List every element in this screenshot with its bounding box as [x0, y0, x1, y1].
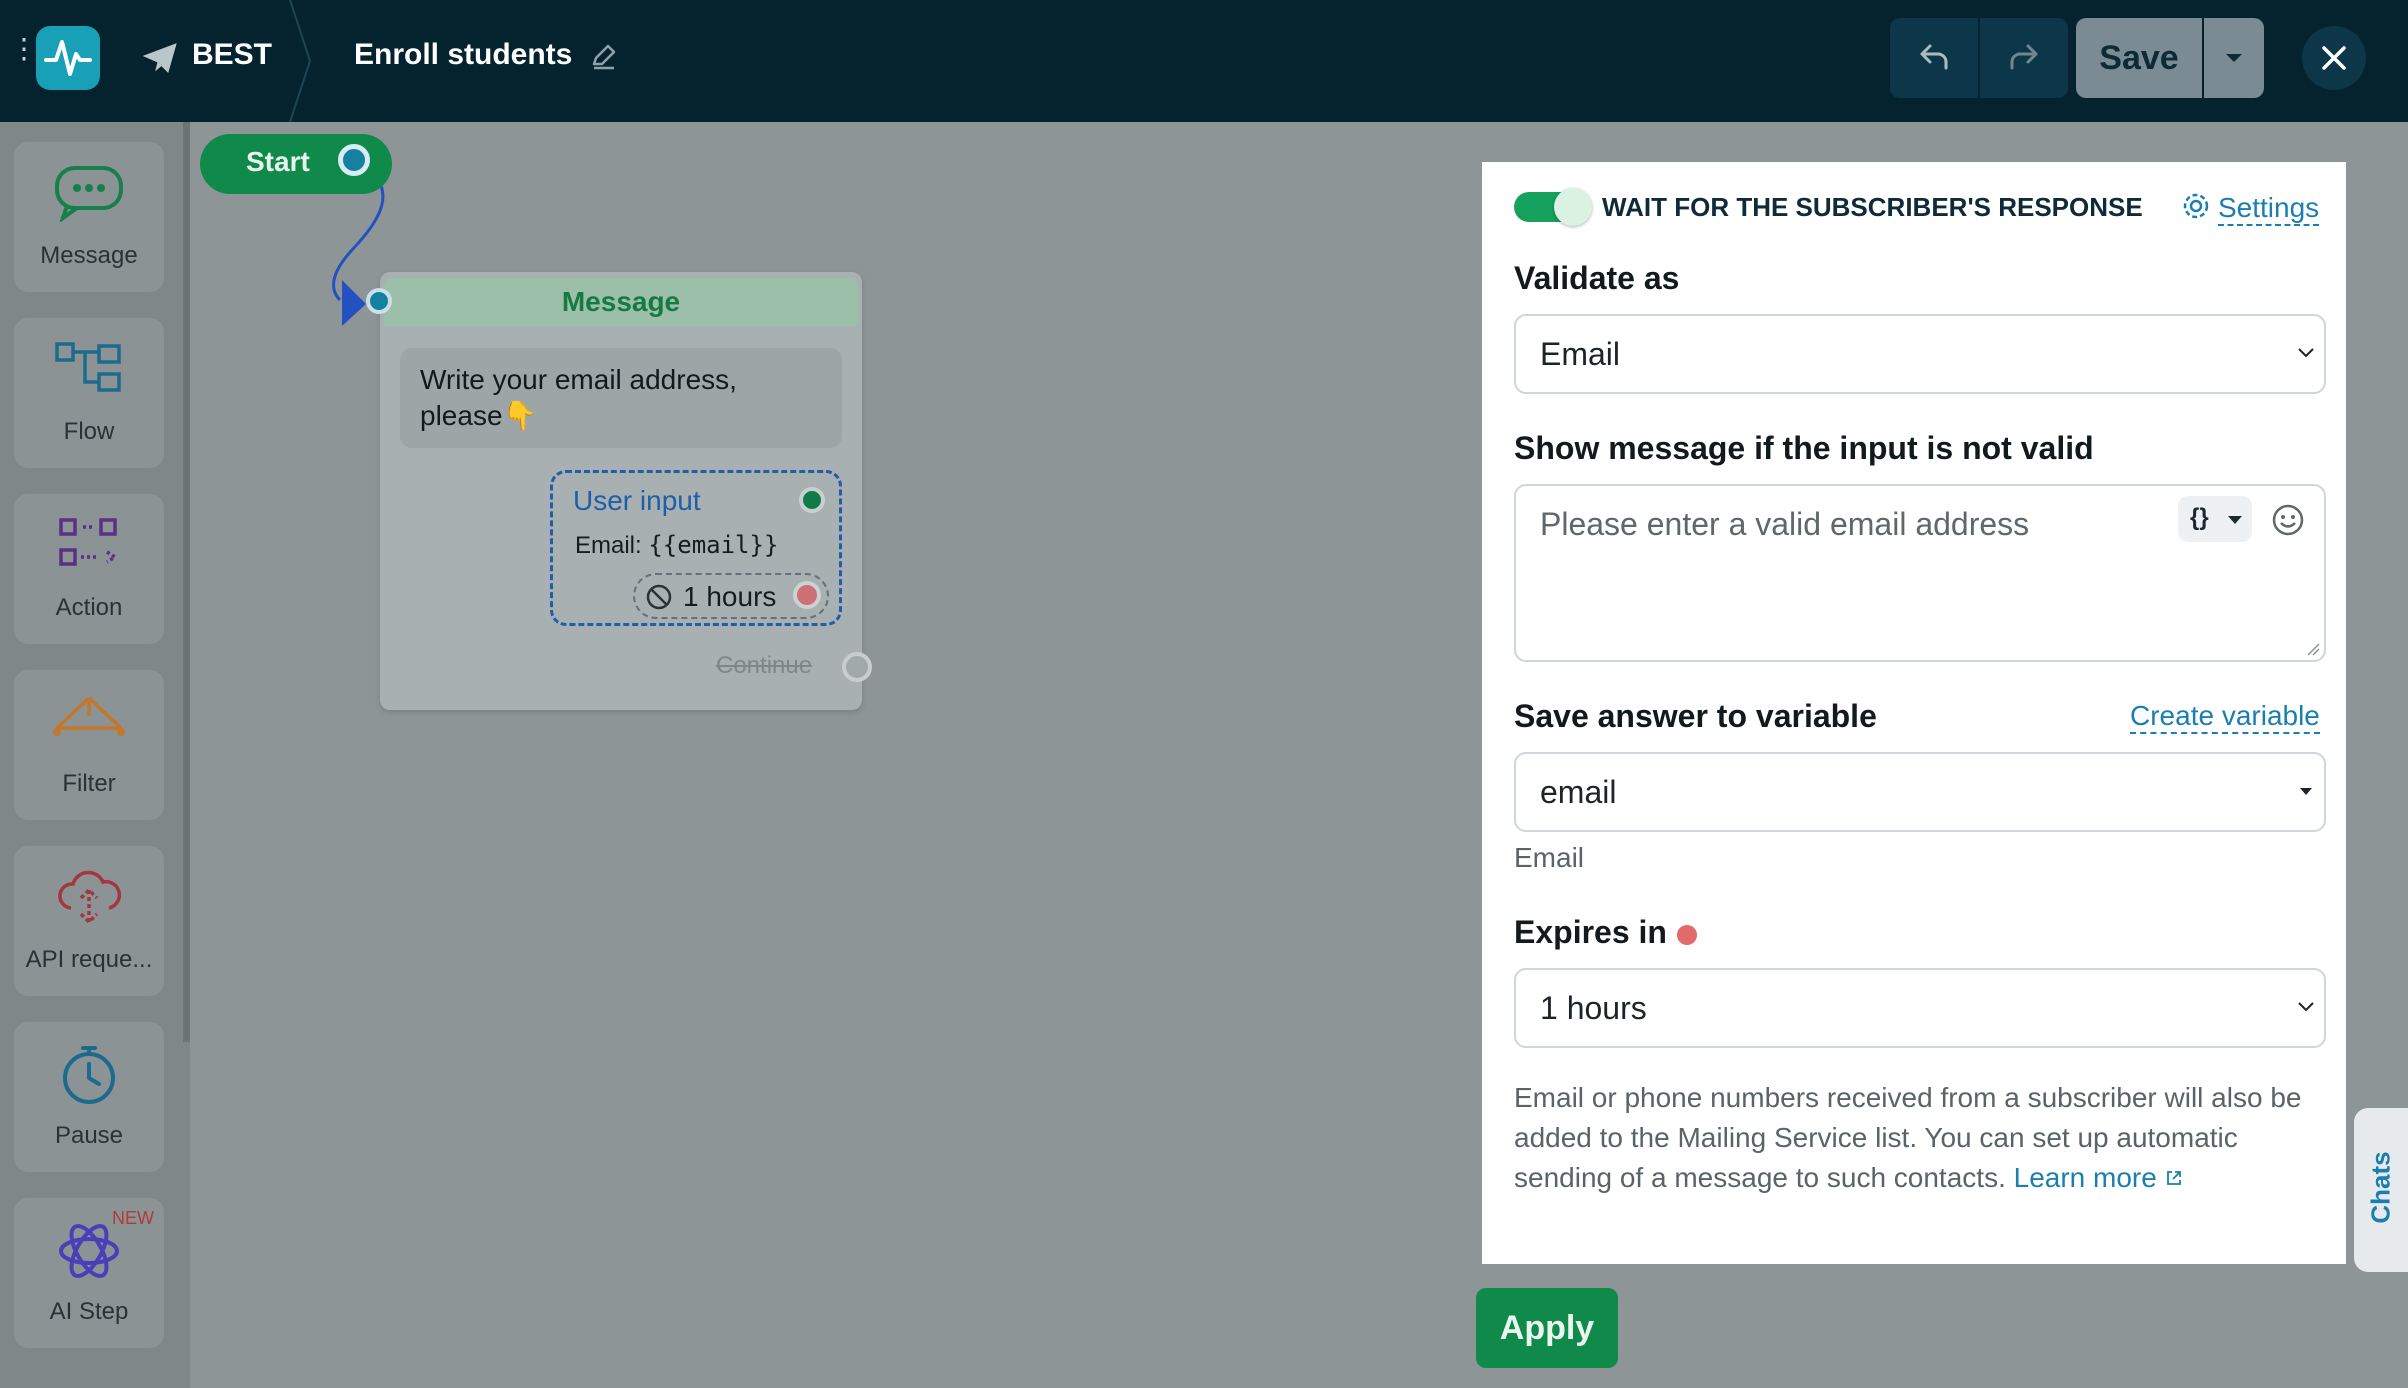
tool-label: Flow: [63, 418, 115, 445]
more-dots-icon[interactable]: ⋮: [10, 35, 38, 63]
settings-label: Settings: [2218, 192, 2320, 226]
start-output-port[interactable]: [338, 144, 370, 176]
mailing-note: Email or phone numbers received from a s…: [1514, 1078, 2326, 1198]
mailing-note-text: Email or phone numbers received from a s…: [1514, 1082, 2302, 1193]
tool-ai-step[interactable]: NEW AI Step: [14, 1198, 164, 1348]
tool-label: Pause: [54, 1122, 124, 1149]
email-prefix: Email:: [575, 532, 642, 559]
toggle-knob: [1554, 188, 1592, 226]
chats-tab[interactable]: Chats: [2354, 1108, 2408, 1272]
breadcrumb-separator: [288, 0, 312, 127]
save-to-variable-label: Save answer to variable: [1514, 698, 1877, 734]
tool-flow[interactable]: Flow: [14, 318, 164, 468]
flow-icon: [55, 342, 121, 392]
invalid-message-label: Show message if the input is not valid: [1514, 430, 2094, 466]
flow-title: Enroll students: [354, 38, 573, 71]
invalid-message-textarea[interactable]: Please enter a valid email address {}: [1514, 484, 2326, 662]
message-text: Write your email address, please👇: [420, 364, 737, 431]
close-icon: [2322, 46, 2346, 70]
timeout-label: 1 hours: [683, 581, 777, 612]
tool-label: Message: [40, 242, 138, 269]
undo-icon: [1920, 44, 1948, 70]
tool-pause[interactable]: Pause: [14, 1022, 164, 1172]
tool-label: AI Step: [49, 1298, 129, 1325]
save-button[interactable]: Save: [2076, 18, 2202, 98]
settings-link[interactable]: Settings: [2182, 192, 2320, 227]
wait-response-label: WAIT FOR THE SUBSCRIBER'S RESPONSE: [1602, 192, 2143, 222]
continue-output-port[interactable]: [842, 652, 872, 682]
pencil-edit-icon[interactable]: [590, 42, 618, 75]
wait-response-toggle[interactable]: [1514, 188, 1592, 226]
continue-label: Continue: [716, 652, 813, 679]
message-node[interactable]: Message Write your email address, please…: [366, 272, 872, 710]
bot-name-breadcrumb[interactable]: BEST: [192, 38, 272, 72]
emoji-icon[interactable]: [2270, 502, 2306, 538]
start-node[interactable]: Start: [200, 134, 392, 194]
email-variable: {{email}}: [648, 531, 779, 559]
tool-label: Action: [55, 594, 123, 621]
user-input-block[interactable]: User input Email: {{email}} 1 hours: [550, 470, 842, 626]
atom-icon: [59, 1224, 119, 1278]
gear-icon: [2183, 193, 2209, 219]
external-link-icon: [2166, 1171, 2181, 1185]
variable-select[interactable]: email: [1514, 752, 2326, 832]
ban-icon: [646, 584, 672, 610]
redo-button[interactable]: [1980, 18, 2068, 98]
undo-button[interactable]: [1890, 18, 1978, 98]
user-input-variable: Email: {{email}}: [575, 531, 778, 560]
stopwatch-icon: [63, 1046, 115, 1104]
app-logo[interactable]: [36, 26, 100, 90]
caret-down-icon: [2228, 516, 2242, 524]
expires-in-select[interactable]: 1 hours: [1514, 968, 2326, 1048]
validate-as-label: Validate as: [1514, 260, 1680, 296]
learn-more-label: Learn more: [2013, 1162, 2157, 1193]
start-label: Start: [246, 146, 310, 177]
caret-down-icon: [2300, 788, 2312, 795]
required-dot: [1676, 924, 1697, 945]
save-dropdown-button[interactable]: [2204, 18, 2264, 98]
tool-label: API reque...: [25, 946, 153, 973]
tool-filter[interactable]: Filter: [14, 670, 164, 820]
resize-handle-icon[interactable]: [2304, 640, 2320, 656]
message-node-header: Message: [384, 278, 858, 326]
validate-as-select[interactable]: Email: [1514, 314, 2326, 394]
timeout-pill[interactable]: 1 hours: [633, 573, 829, 619]
redo-icon: [2010, 44, 2038, 70]
message-bubble-icon: [55, 166, 123, 224]
expires-in-label: Expires in: [1514, 914, 1697, 951]
toolbox-scrollbar[interactable]: [183, 122, 190, 1042]
message-bubble: Write your email address, please👇: [400, 348, 842, 448]
chats-tab-label: Chats: [2365, 1151, 2396, 1224]
expires-in-text: Expires in: [1514, 914, 1667, 950]
tool-api-request[interactable]: API reque...: [14, 846, 164, 996]
cloud-api-icon: [58, 870, 122, 925]
chevron-down-icon: [2298, 348, 2314, 358]
telegram-icon: [142, 40, 178, 81]
action-icon: [59, 518, 119, 566]
close-button[interactable]: [2302, 26, 2366, 90]
variable-type-hint: Email: [1514, 842, 1585, 873]
apply-button[interactable]: Apply: [1476, 1288, 1618, 1368]
variable-value: email: [1540, 774, 1617, 810]
user-input-settings-panel: WAIT FOR THE SUBSCRIBER'S RESPONSE Setti…: [1482, 162, 2346, 1264]
braces-icon: {}: [2190, 504, 2209, 531]
filter-icon: [53, 696, 125, 736]
create-variable-link[interactable]: Create variable: [2130, 700, 2320, 734]
tool-label: Filter: [62, 770, 116, 797]
top-bar: ⋮ BEST Enroll students Save: [0, 0, 2408, 123]
insert-variable-button[interactable]: {}: [2178, 496, 2252, 542]
user-input-output-port[interactable]: [799, 487, 825, 513]
chevron-down-icon: [2226, 54, 2242, 62]
learn-more-link[interactable]: Learn more: [2014, 1162, 2183, 1193]
tool-action[interactable]: Action: [14, 494, 164, 644]
invalid-message-placeholder: Please enter a valid email address: [1540, 506, 2030, 542]
message-input-port[interactable]: [366, 288, 392, 314]
user-input-title: User input: [573, 485, 701, 516]
expires-in-value: 1 hours: [1540, 990, 1647, 1026]
tool-message[interactable]: Message: [14, 142, 164, 292]
validate-as-value: Email: [1540, 336, 1621, 372]
timeout-output-port[interactable]: [793, 581, 821, 609]
chevron-down-icon: [2298, 1002, 2314, 1012]
